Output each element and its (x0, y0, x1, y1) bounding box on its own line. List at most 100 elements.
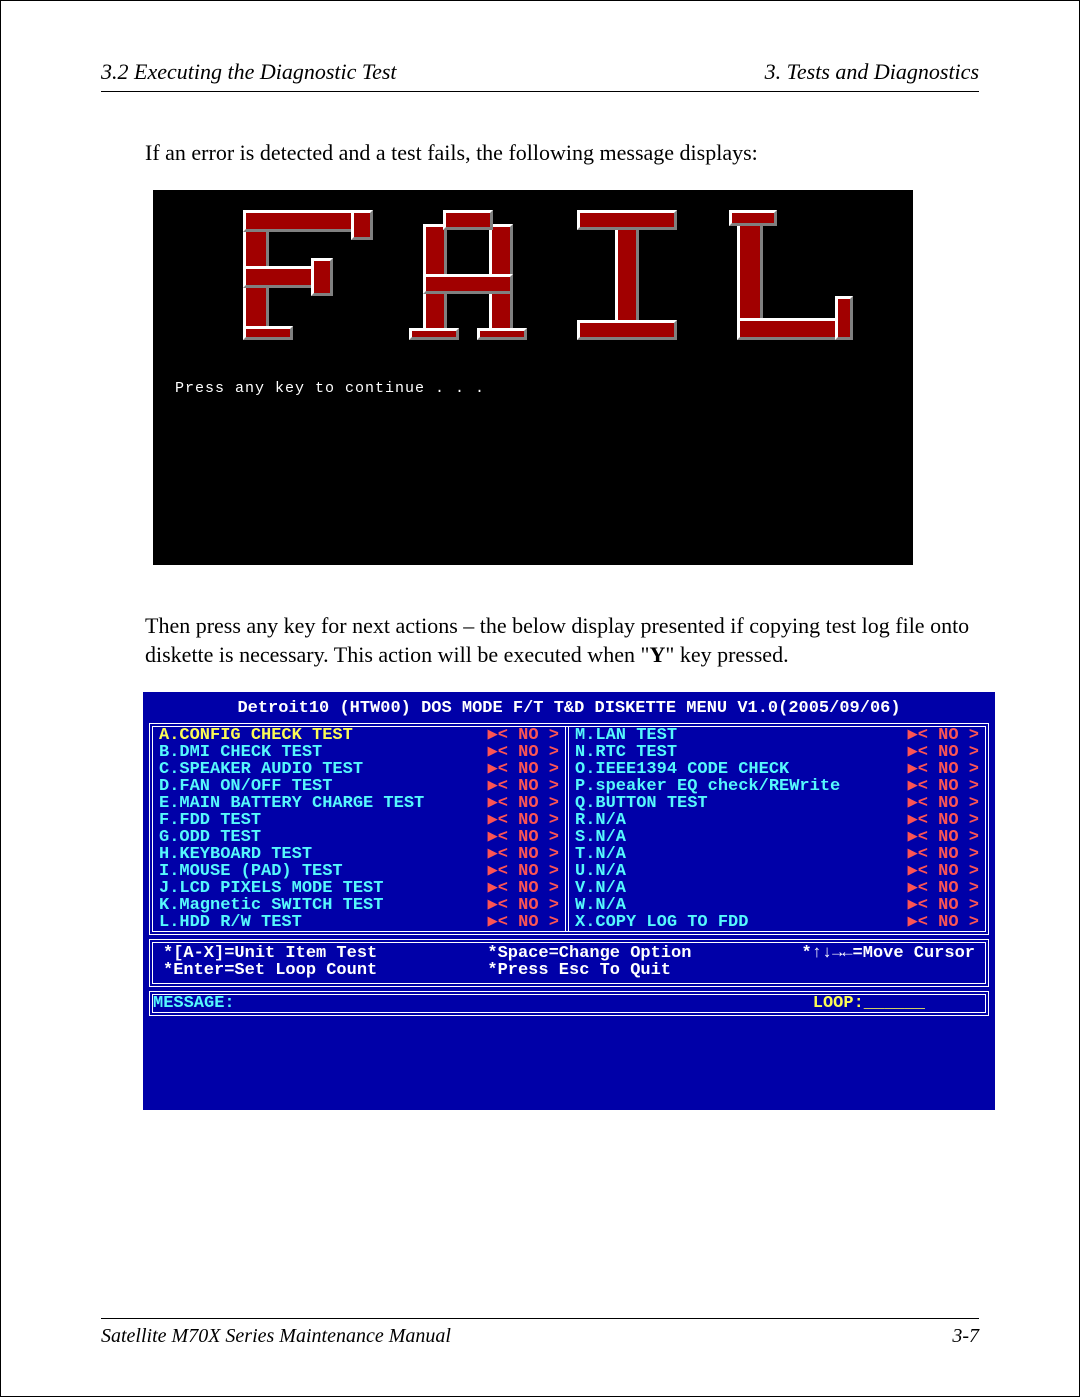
menu-item[interactable]: L.HDD R/W TEST ▶< NO > (153, 914, 565, 931)
menu-item-label: J.LCD PIXELS MODE TEST (159, 880, 383, 897)
menu-item[interactable]: J.LCD PIXELS MODE TEST ▶< NO > (153, 880, 565, 897)
ascii-letter-l (723, 210, 853, 340)
head-left: 3.2 Executing the Diagnostic Test (101, 59, 397, 85)
menu-item-label: X.COPY LOG TO FDD (575, 914, 748, 931)
menu-item-label: S.N/A (575, 829, 626, 846)
menu-item-label: W.N/A (575, 897, 626, 914)
menu-item-label: P.speaker EQ check/REWrite (575, 778, 840, 795)
running-head: 3.2 Executing the Diagnostic Test 3. Tes… (101, 59, 979, 92)
message-label: MESSAGE: (153, 994, 235, 1013)
menu-item-value: ▶< NO > (488, 829, 559, 846)
ascii-fail (243, 210, 853, 340)
menu-item-value: ▶< NO > (488, 744, 559, 761)
menu-item[interactable]: A.CONFIG CHECK TEST ▶< NO > (153, 727, 565, 744)
menu-item[interactable]: I.MOUSE (PAD) TEST▶< NO > (153, 863, 565, 880)
menu-item[interactable]: W.N/A ▶< NO > (569, 897, 985, 914)
menu-item[interactable]: P.speaker EQ check/REWrite ▶< NO > (569, 778, 985, 795)
menu-item[interactable]: V.N/A ▶< NO > (569, 880, 985, 897)
menu-item-value: ▶< NO > (908, 812, 979, 829)
menu-item-value: ▶< NO > (908, 880, 979, 897)
menu-item[interactable]: U.N/A ▶< NO > (569, 863, 985, 880)
press-any-key: Press any key to continue . . . (175, 380, 485, 397)
menu-item-value: ▶< NO > (488, 761, 559, 778)
page: 3.2 Executing the Diagnostic Test 3. Tes… (0, 0, 1080, 1397)
para2-b: " key pressed. (665, 642, 788, 667)
hint-col1: *[A-X]=Unit Item Test*Enter=Set Loop Cou… (163, 945, 377, 979)
menu-item[interactable]: O.IEEE1394 CODE CHECK ▶< NO > (569, 761, 985, 778)
menu-item-label: V.N/A (575, 880, 626, 897)
menu-item-value: ▶< NO > (488, 897, 559, 914)
menu-item-value: ▶< NO > (908, 761, 979, 778)
menu-item[interactable]: R.N/A ▶< NO > (569, 812, 985, 829)
menu-item-value: ▶< NO > (908, 778, 979, 795)
menu-item[interactable]: X.COPY LOG TO FDD ▶< NO > (569, 914, 985, 931)
menu-item-label: R.N/A (575, 812, 626, 829)
menu-item-value: ▶< NO > (908, 914, 979, 931)
menu-item[interactable]: M.LAN TEST ▶< NO > (569, 727, 985, 744)
dos-menu-terminal: Detroit10 (HTW00) DOS MODE F/T T&D DISKE… (143, 692, 995, 1110)
footer-right: 3-7 (952, 1325, 979, 1348)
footer: Satellite M70X Series Maintenance Manual… (101, 1318, 979, 1348)
menu-item-label: O.IEEE1394 CODE CHECK (575, 761, 789, 778)
menu-item-value: ▶< NO > (908, 829, 979, 846)
menu-item-label: H.KEYBOARD TEST (159, 846, 312, 863)
menu-item[interactable]: S.N/A ▶< NO > (569, 829, 985, 846)
menu-item-value: ▶< NO > (488, 812, 559, 829)
para2-a: Then press any key for next actions – th… (145, 613, 969, 668)
menu-item-value: ▶< NO > (488, 846, 559, 863)
menu-item-value: ▶< NO > (488, 914, 559, 931)
menu-item-label: C.SPEAKER AUDIO TEST (159, 761, 363, 778)
message-box: MESSAGE: LOOP:______ (149, 991, 989, 1016)
menu-box: A.CONFIG CHECK TEST▶< NO >B.DMI CHECK TE… (149, 723, 989, 935)
menu-item-label: Q.BUTTON TEST (575, 795, 708, 812)
menu-item[interactable]: F.FDD TEST▶< NO > (153, 812, 565, 829)
menu-item-value: ▶< NO > (488, 778, 559, 795)
menu-col-right: M.LAN TEST▶< NO >N.RTC TEST▶< NO >O.IEEE… (569, 727, 985, 931)
menu-item-value: ▶< NO > (908, 795, 979, 812)
menu-item[interactable]: K.Magnetic SWITCH TEST ▶< NO > (153, 897, 565, 914)
menu-item-label: U.N/A (575, 863, 626, 880)
ascii-letter-a (403, 210, 533, 340)
paragraph-1: If an error is detected and a test fails… (145, 138, 979, 168)
menu-item[interactable]: E.MAIN BATTERY CHARGE TEST ▶< NO > (153, 795, 565, 812)
menu-item-value: ▶< NO > (908, 744, 979, 761)
hints-box: *[A-X]=Unit Item Test*Enter=Set Loop Cou… (149, 939, 989, 987)
menu-item-label: A.CONFIG CHECK TEST (159, 727, 353, 744)
menu-item[interactable]: N.RTC TEST ▶< NO > (569, 744, 985, 761)
menu-item-label: L.HDD R/W TEST (159, 914, 302, 931)
menu-item-value: ▶< NO > (908, 727, 979, 744)
menu-item-value: ▶< NO > (908, 863, 979, 880)
menu-col-left: A.CONFIG CHECK TEST▶< NO >B.DMI CHECK TE… (153, 727, 569, 931)
menu-item-label: T.N/A (575, 846, 626, 863)
menu-item[interactable]: T.N/A ▶< NO > (569, 846, 985, 863)
menu-item-value: ▶< NO > (488, 880, 559, 897)
menu-item[interactable]: B.DMI CHECK TEST ▶< NO > (153, 744, 565, 761)
menu-item-label: B.DMI CHECK TEST (159, 744, 322, 761)
menu-item-value: ▶< NO > (488, 863, 559, 880)
menu-item-value: ▶< NO > (488, 727, 559, 744)
hint-col2: *Space=Change Option*Press Esc To Quit (487, 945, 691, 979)
footer-left: Satellite M70X Series Maintenance Manual (101, 1325, 451, 1348)
menu-item[interactable]: G.ODD TEST ▶< NO > (153, 829, 565, 846)
menu-item[interactable]: Q.BUTTON TEST ▶< NO > (569, 795, 985, 812)
dos-title: Detroit10 (HTW00) DOS MODE F/T T&D DISKE… (143, 700, 995, 717)
menu-item[interactable]: H.KEYBOARD TEST ▶< NO > (153, 846, 565, 863)
menu-item-label: D.FAN ON/OFF TEST (159, 778, 332, 795)
loop-label: LOOP:______ (813, 995, 925, 1012)
ascii-letter-f (243, 210, 373, 340)
paragraph-2: Then press any key for next actions – th… (145, 611, 979, 670)
head-right: 3. Tests and Diagnostics (765, 59, 979, 85)
menu-item-value: ▶< NO > (488, 795, 559, 812)
menu-item-value: ▶< NO > (908, 846, 979, 863)
hint-col3: *↑↓→←=Move Cursor (802, 945, 975, 979)
menu-item-label: G.ODD TEST (159, 829, 261, 846)
menu-item[interactable]: C.SPEAKER AUDIO TEST ▶< NO > (153, 761, 565, 778)
menu-item[interactable]: D.FAN ON/OFF TEST ▶< NO > (153, 778, 565, 795)
menu-item-value: ▶< NO > (908, 897, 979, 914)
menu-item-label: M.LAN TEST (575, 727, 677, 744)
menu-item-label: N.RTC TEST (575, 744, 677, 761)
ascii-letter-i (563, 210, 693, 340)
menu-item-label: K.Magnetic SWITCH TEST (159, 897, 383, 914)
menu-item-label: E.MAIN BATTERY CHARGE TEST (159, 795, 424, 812)
fail-terminal: Press any key to continue . . . (153, 190, 913, 565)
